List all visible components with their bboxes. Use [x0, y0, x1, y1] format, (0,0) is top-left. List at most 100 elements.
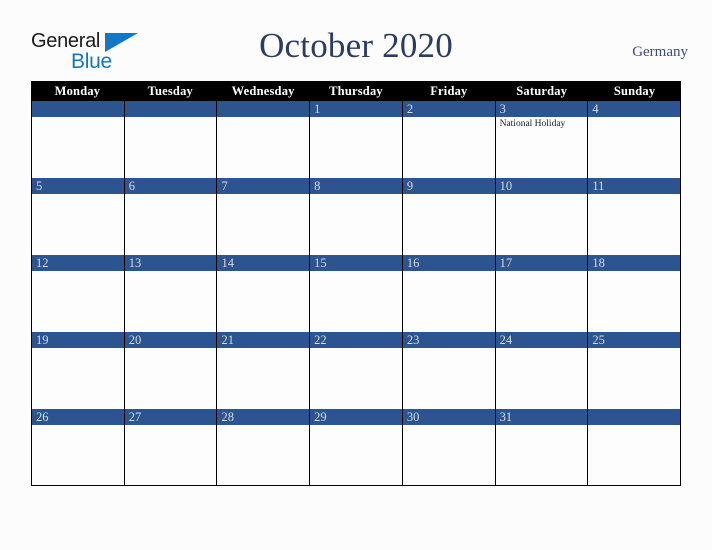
day-cell-29[interactable]: 29 [310, 409, 403, 485]
day-cell-empty[interactable] [217, 101, 311, 178]
day-number-bar [402, 101, 495, 117]
day-cell-9[interactable]: 9 [402, 178, 496, 255]
day-number: 3 [499, 102, 506, 116]
day-number: 16 [406, 256, 420, 270]
day-cell-2[interactable]: 2 [402, 101, 496, 178]
day-number: 7 [221, 179, 228, 193]
day-cell-empty[interactable] [588, 409, 682, 485]
day-cell-27[interactable]: 27 [124, 409, 218, 485]
day-number-bar [124, 101, 217, 117]
day-number-bar [588, 409, 681, 425]
day-cell-13[interactable]: 13 [124, 255, 218, 332]
day-cell-5[interactable]: 5 [32, 178, 125, 255]
day-cell-17[interactable]: 17 [495, 255, 589, 332]
day-number-bar [217, 101, 310, 117]
weekday-header-wednesday: Wednesday [231, 84, 295, 98]
weekday-header-tuesday: Tuesday [147, 84, 193, 98]
weekday-header-sunday: Sunday [613, 84, 656, 98]
calendar-week-row: 26 27 28 29 30 31 [31, 409, 682, 486]
calendar-week-row: 1 2 3 National Holiday 4 [31, 101, 682, 178]
day-cell-20[interactable]: 20 [124, 332, 218, 409]
day-number: 13 [128, 256, 142, 270]
day-number-bar [124, 178, 217, 194]
day-cell-10[interactable]: 10 [495, 178, 589, 255]
weekday-header-saturday: Saturday [516, 84, 568, 98]
day-cell-28[interactable]: 28 [217, 409, 311, 485]
day-cell-23[interactable]: 23 [402, 332, 496, 409]
day-number: 18 [592, 256, 605, 270]
day-cell-4[interactable]: 4 [588, 101, 682, 178]
day-number-bar [310, 101, 402, 117]
day-number: 22 [314, 333, 327, 347]
day-cell-24[interactable]: 24 [495, 332, 589, 409]
day-number: 25 [592, 333, 605, 347]
day-number: 23 [406, 333, 420, 347]
day-number: 15 [314, 256, 327, 270]
day-number: 14 [221, 256, 234, 270]
day-number: 19 [36, 333, 49, 347]
day-number: 10 [499, 179, 513, 193]
calendar-weeks: 1 2 3 National Holiday 4 5 6 7 8 9 10 11 12 13 14 15 16 1… [31, 101, 682, 486]
country-label: Germany [632, 44, 688, 60]
day-number-bar [32, 178, 124, 194]
day-number: 30 [406, 410, 420, 424]
day-number: 2 [406, 102, 414, 116]
day-cell-8[interactable]: 8 [310, 178, 403, 255]
day-cell-16[interactable]: 16 [402, 255, 496, 332]
day-cell-22[interactable]: 22 [310, 332, 403, 409]
day-cell-11[interactable]: 11 [588, 178, 682, 255]
day-number: 27 [128, 410, 142, 424]
day-cell-6[interactable]: 6 [124, 178, 218, 255]
day-cell-12[interactable]: 12 [32, 255, 125, 332]
weekday-header-row: Monday Tuesday Wednesday Thursday Friday Satu… [31, 81, 681, 101]
calendar-grid: Monday Tuesday Wednesday Thursday Friday Satu… [31, 81, 682, 486]
day-events: National Holiday [496, 117, 588, 130]
day-cell-15[interactable]: 15 [310, 255, 403, 332]
weekday-header-thursday: Thursday [329, 84, 383, 98]
event-label: National Holiday [499, 119, 566, 129]
day-number: 29 [314, 410, 327, 424]
day-number-bar [32, 101, 124, 117]
calendar-week-row: 12 13 14 15 16 17 18 [31, 255, 682, 332]
day-number-bar [217, 178, 310, 194]
day-number: 31 [499, 410, 513, 424]
day-number: 4 [592, 102, 599, 116]
calendar-week-row: 5 6 7 8 9 10 11 [31, 178, 682, 255]
day-number: 21 [221, 333, 234, 347]
day-cell-1[interactable]: 1 [310, 101, 403, 178]
day-number: 11 [592, 179, 605, 193]
day-number-bar [588, 101, 681, 117]
calendar-week-row: 19 20 21 22 23 24 25 [31, 332, 682, 409]
weekday-header-monday: Monday [54, 84, 101, 98]
day-cell-30[interactable]: 30 [402, 409, 496, 485]
day-cell-25[interactable]: 25 [588, 332, 682, 409]
day-cell-21[interactable]: 21 [217, 332, 311, 409]
day-number: 1 [314, 102, 321, 116]
day-cell-7[interactable]: 7 [217, 178, 311, 255]
day-number: 24 [499, 333, 513, 347]
day-number: 8 [314, 179, 321, 193]
page-header: General Blue October 2020 Germany [0, 0, 712, 81]
day-number: 28 [221, 410, 234, 424]
day-number: 20 [128, 333, 142, 347]
day-number: 12 [36, 256, 49, 270]
day-cell-26[interactable]: 26 [32, 409, 125, 485]
day-number: 17 [499, 256, 513, 270]
day-number: 6 [128, 179, 135, 193]
page-title: October 2020 [259, 26, 453, 65]
day-cell-3[interactable]: 3 National Holiday [495, 101, 589, 178]
day-number-bar [495, 101, 588, 117]
day-cell-empty[interactable] [124, 101, 218, 178]
calendar-page: General Blue October 2020 Germany Monday… [0, 0, 712, 550]
day-cell-18[interactable]: 18 [588, 255, 682, 332]
day-number: 26 [36, 410, 49, 424]
day-cell-empty[interactable] [32, 101, 125, 178]
day-number-bar [402, 178, 495, 194]
day-number-bar [310, 178, 402, 194]
day-cell-14[interactable]: 14 [217, 255, 311, 332]
weekday-header-friday: Friday [430, 84, 468, 98]
day-number: 5 [36, 179, 43, 193]
day-cell-19[interactable]: 19 [32, 332, 125, 409]
day-cell-31[interactable]: 31 [495, 409, 589, 485]
day-number: 9 [406, 179, 414, 193]
